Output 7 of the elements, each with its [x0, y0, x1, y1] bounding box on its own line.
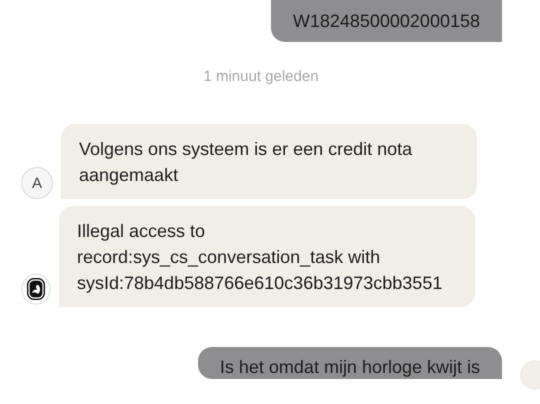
message-bubble: W18248500002000158: [270, 0, 502, 42]
message-bubble: Illegal access to record:sys_cs_conversation_task with sysId:78b4db588766e610c36b31973cbb3551: [59, 206, 475, 307]
timestamp: 1 minuut geleden: [203, 68, 320, 85]
avatar-letter: A: [21, 167, 53, 199]
message-bubble: Volgens ons systeem is er een credit nota aangemaakt: [61, 124, 477, 199]
message-bubble: Is het omdat mijn horloge kwijt is: [198, 347, 502, 379]
swan-icon: [21, 273, 51, 305]
